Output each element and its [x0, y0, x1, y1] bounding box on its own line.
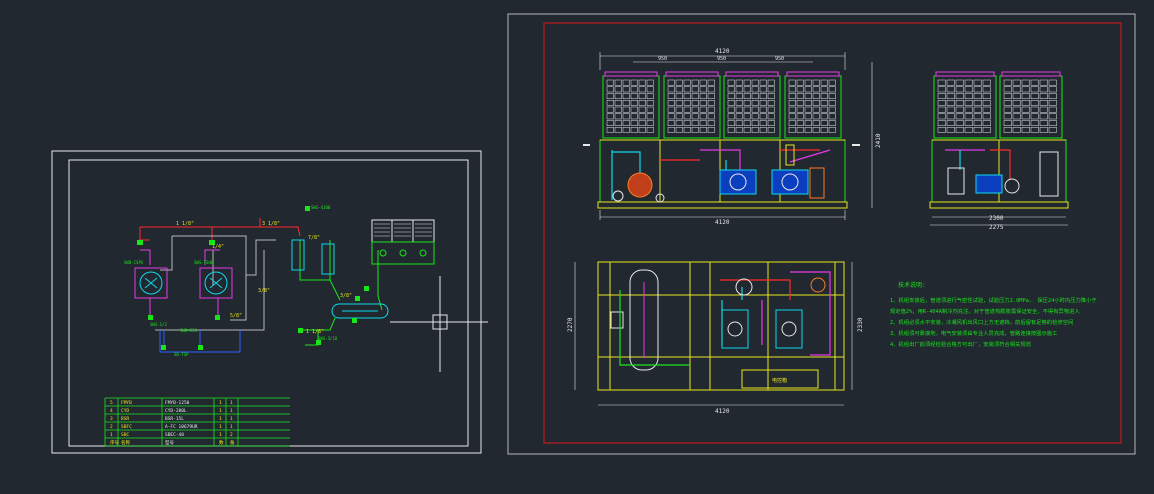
- bom-cell-model: A-FC 10679UR: [165, 424, 198, 430]
- valve-markers: [137, 206, 369, 350]
- horizontal-receiver[interactable]: [331, 303, 389, 319]
- technical-notes[interactable]: 技术说明: 1、机组安装后，管道须进行气密性试验，试验压力2.0MPa， 保压2…: [890, 281, 1097, 348]
- bom-cell-unit: 1: [230, 424, 233, 430]
- bom-cell-unit: 备: [230, 439, 235, 446]
- bom-cell-name: SBC: [121, 432, 129, 438]
- bom-cell-qty: 1: [219, 424, 222, 430]
- plan-bottom-dimension: 4120: [715, 408, 730, 415]
- component-tag: SWB-CSPG: [124, 260, 144, 265]
- bom-cell-qty: 数: [219, 439, 224, 446]
- bom-cell-qty: 1: [219, 432, 222, 438]
- condenser-coil: [723, 71, 781, 139]
- notes-line: 4、机组出厂前须经检验合格方可出厂，安装须符合相关规范: [890, 340, 1032, 348]
- notes-line: 1、机组安装后，管道须进行气密性试验，试验压力2.0MPa， 保压24小时内压力…: [890, 296, 1097, 304]
- plan-view[interactable]: 电控箱 2270 2330 4120: [567, 261, 864, 415]
- bom-cell-name: SBFC: [121, 424, 132, 430]
- side-elevation-view[interactable]: 2300 2275: [929, 71, 1069, 231]
- bom-cell-unit: 2: [230, 432, 233, 438]
- pipe-label: 1/4": [212, 244, 224, 250]
- side-width-dimension: 2300: [989, 215, 1004, 222]
- front-sub-dimension: 950: [717, 56, 726, 62]
- condenser-coil: [933, 71, 997, 139]
- component-tag: SB-TSP: [174, 352, 189, 357]
- left-sheet-border: [51, 150, 482, 454]
- front-sub-dimension: 950: [658, 56, 667, 62]
- front-compressor-1[interactable]: [719, 169, 757, 195]
- pipe-label: 3/8": [258, 288, 270, 294]
- pipe-label: 1 1/8": [176, 221, 194, 227]
- bom-cell-model: CYD-280L: [165, 408, 187, 414]
- component-tag: SWB-CSG: [180, 328, 197, 333]
- bom-cell-unit: 1: [230, 400, 233, 406]
- front-elevation-view[interactable]: 4120 950 950 950 4120 2410: [583, 48, 882, 226]
- bom-cell-model: SBEC-40: [165, 432, 184, 438]
- right-drawing-sheet[interactable]: 4120 950 950 950 4120 2410 2300 2275 电控箱…: [507, 13, 1136, 455]
- plan-compressor-1[interactable]: [721, 309, 749, 349]
- bom-cell-no: 5: [110, 400, 113, 406]
- bom-cell-model: 型号: [165, 439, 174, 446]
- refrigeration-piping-schematic: [139, 218, 383, 353]
- component-tag: SWS-1/2: [150, 322, 167, 327]
- bill-of-materials-table[interactable]: 5 FMYB FMYB-1250 1 1 4 CYD CYD-280L 1 1 3 BSR BSR-15…: [104, 397, 290, 447]
- condenser-coil: [602, 71, 660, 139]
- bom-cell-name: CYD: [121, 408, 129, 414]
- component-tag: SWS-3/18: [318, 336, 338, 341]
- front-sub-dimension: 950: [775, 56, 784, 62]
- right-sheet-red-frame: [543, 22, 1122, 444]
- notes-title: 技术说明:: [898, 281, 926, 289]
- oil-separator[interactable]: [291, 239, 305, 271]
- pipe-label: 5/8": [230, 313, 242, 319]
- notes-line: 规定值2%，用R-404A制冷剂充注。对于管道热膨胀需保证安全，不得有异物进入: [890, 307, 1080, 315]
- bom-cell-no: 2: [110, 424, 113, 430]
- bom-cell-no: 序号: [110, 439, 119, 446]
- component-tag: SWS-4100: [311, 205, 331, 210]
- pipe-label: 7/8": [308, 235, 320, 241]
- bom-cell-unit: 1: [230, 416, 233, 422]
- condenser-units[interactable]: [371, 219, 435, 265]
- side-width-dimension: 2275: [989, 224, 1004, 231]
- bom-cell-qty: 1: [219, 408, 222, 414]
- bom-cell-model: BSR-15L: [165, 416, 184, 422]
- front-top-dimension: 4120: [715, 48, 730, 55]
- compressor-2[interactable]: [199, 267, 233, 299]
- control-box-label: 电控箱: [772, 377, 787, 384]
- notes-line: 2、机组必须水平安装，冷凝风机出风口上方无遮挡，前后留有足够的检修空间: [890, 318, 1073, 326]
- crosshair-cursor-icon: [390, 276, 488, 372]
- bom-cell-name: BSR: [121, 416, 129, 422]
- bom-cell-qty: 1: [219, 416, 222, 422]
- component-tag: SWS-TSHB: [194, 260, 214, 265]
- front-bottom-dimension: 4120: [715, 219, 730, 226]
- cad-model-space[interactable]: 1 1/8" 3 1/8" 7/8" 3/8" 1 1/8" 3/8" 5/8"…: [0, 0, 1154, 490]
- bom-cell-name: 名称: [121, 439, 130, 446]
- bom-cell-no: 3: [110, 416, 113, 422]
- condenser-coil: [663, 71, 721, 139]
- compressor-1[interactable]: [134, 267, 168, 299]
- bom-cell-unit: 1: [230, 408, 233, 414]
- plan-left-dimension: 2270: [567, 317, 574, 332]
- bom-cell-qty: 1: [219, 400, 222, 406]
- bom-cell-model: FMYB-1250: [165, 400, 190, 406]
- bom-cell-no: 1: [110, 432, 113, 438]
- bom-cell-no: 4: [110, 408, 113, 414]
- front-height-dimension: 2410: [875, 133, 882, 148]
- notes-line: 3、机组须可靠接地，电气安装须由专业人员完成，管路连接按图示施工: [890, 329, 1058, 337]
- condenser-coil: [784, 71, 842, 139]
- bom-cell-name: FMYB: [121, 400, 132, 406]
- condenser-coil: [999, 71, 1063, 139]
- front-compressor-2[interactable]: [771, 169, 809, 195]
- left-drawing-sheet[interactable]: 1 1/8" 3 1/8" 7/8" 3/8" 1 1/8" 3/8" 5/8"…: [51, 150, 488, 454]
- liquid-receiver-vertical[interactable]: [321, 243, 335, 275]
- pipe-label: 3/8": [340, 293, 352, 299]
- plan-compressor-2[interactable]: [775, 309, 803, 349]
- plan-right-dimension: 2330: [857, 317, 864, 332]
- pipe-label: 1 1/8": [306, 329, 324, 335]
- pipe-label: 3 1/8": [262, 221, 280, 227]
